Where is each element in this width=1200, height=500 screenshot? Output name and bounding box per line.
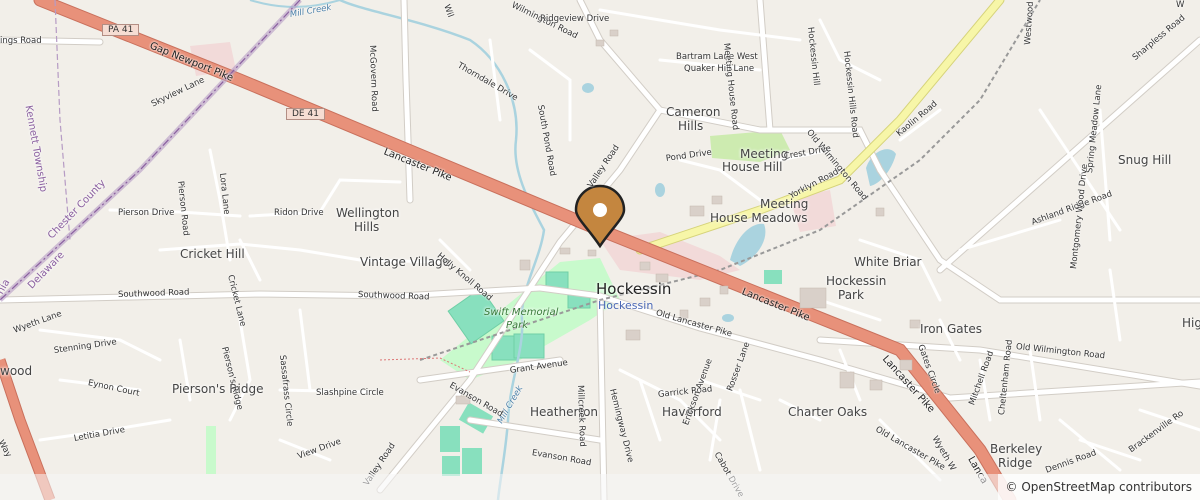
place-iron-gates: Iron Gates [920,322,982,336]
road-millcreek: Millcreek Road [575,384,588,447]
place-cameron-hills: Hills [678,119,704,133]
pond-1 [730,223,766,266]
road-quaker: Quaker Hill Lane [684,64,755,74]
place-wood: wood [0,364,33,378]
township-boundary [54,0,71,241]
pond-4 [582,83,594,93]
place-hockessin-sub: Hockessin [598,299,654,312]
place-swift-memorial-2: Park [506,320,529,331]
place-berkeley-ridge: Ridge [998,456,1033,470]
place-berkeley: Berkeley [990,442,1043,456]
place-charter-oaks: Charter Oaks [788,405,868,419]
place-hockessin-park-2: Park [838,288,864,302]
road-ings: ings Road [0,36,42,46]
road-ridon: Ridon Drive [274,208,324,218]
place-meeting-house-meadows-1: Meeting [760,197,809,211]
pond-3 [655,183,665,197]
place-meeting-house-hill-2: House Hill [722,160,783,174]
sports-pitch-8 [442,456,460,476]
sports-pitch-6 [440,426,460,452]
sports-pitch-7 [462,448,482,474]
road-slashpine: Slashpine Circle [316,388,384,398]
place-heatherton: Heatherton [530,405,599,419]
place-wellington: Wellington [336,206,400,220]
place-white-briar: White Briar [854,255,922,269]
road-bartram: Bartram Lane West [676,52,758,62]
pa41-shield: PA 41 [102,24,140,36]
place-hills: Hills [354,220,380,234]
place-high: High [1182,316,1200,330]
road-ridgeview: Ridgeview Drive [540,14,610,24]
road-pierson-drive: Pierson Drive [118,208,175,218]
place-meeting-house-hill-1: Meeting [740,147,789,161]
road-w: W [1176,0,1185,10]
place-cricket-hill: Cricket Hill [180,247,245,261]
map-canvas[interactable]: PA 41 DE 41 Hockessin Hockessin Wellingt… [0,0,1200,500]
green-strip [206,426,216,474]
park-small [764,270,782,284]
place-piersons-ridge: Pierson's Ridge [172,382,264,396]
place-snug-hill: Snug Hill [1118,153,1172,167]
place-meeting-house-meadows-2: House Meadows [710,211,808,225]
attribution[interactable]: © OpenStreetMap contributors [997,474,1200,500]
place-hockessin[interactable]: Hockessin [596,280,671,298]
pond-5 [722,314,734,322]
place-hockessin-park-1: Hockessin [826,274,887,288]
place-swift-memorial-1: Swift Memorial [484,307,559,318]
place-cameron: Cameron [666,105,721,119]
de41-shield: DE 41 [286,108,325,120]
